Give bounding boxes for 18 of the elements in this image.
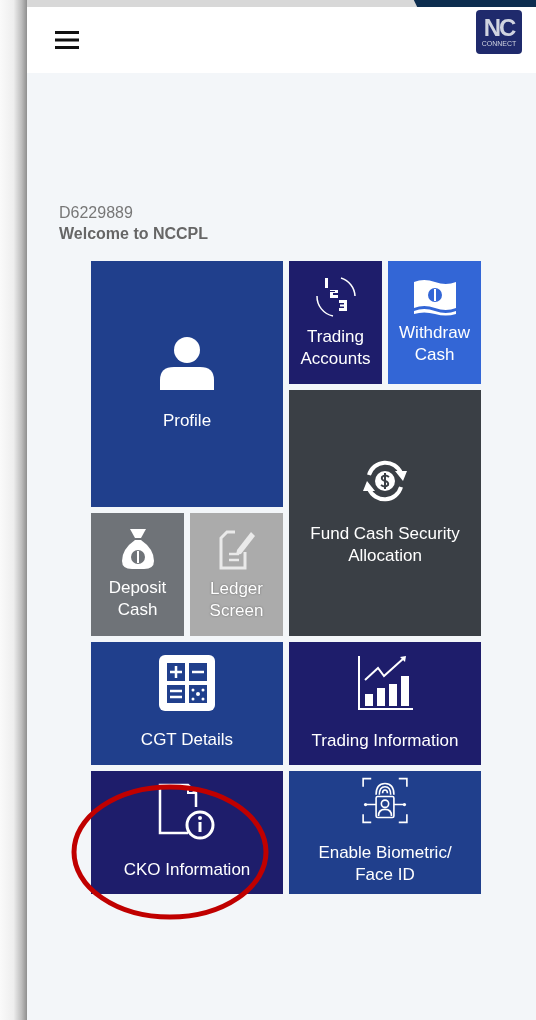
person-icon <box>158 334 216 392</box>
welcome-text: Welcome to NCCPL <box>59 224 210 244</box>
chart-icon <box>356 653 414 712</box>
menu-icon[interactable] <box>55 30 79 50</box>
menu-tile[interactable]: Enable Biometric/ Face ID <box>289 771 481 894</box>
account-id: D6229889 <box>59 203 134 223</box>
banknote-icon <box>411 277 458 316</box>
menu-tile[interactable]: CKO Information <box>91 771 283 894</box>
menu-tile[interactable]: Trading Accounts <box>289 261 382 384</box>
calculator-icon <box>159 654 215 711</box>
menu-tile[interactable]: CGT Details <box>91 642 283 765</box>
menu-tile[interactable]: Profile <box>91 261 283 507</box>
menu-tile[interactable]: Withdraw Cash <box>388 261 481 384</box>
document-info-icon <box>158 782 216 841</box>
menu-tile[interactable]: Trading Information <box>289 642 481 765</box>
money-bag-icon <box>119 526 156 571</box>
menu-tile[interactable]: Deposit Cash <box>91 513 184 636</box>
menu-tile[interactable]: Fund Cash Security Allocation <box>289 390 481 636</box>
